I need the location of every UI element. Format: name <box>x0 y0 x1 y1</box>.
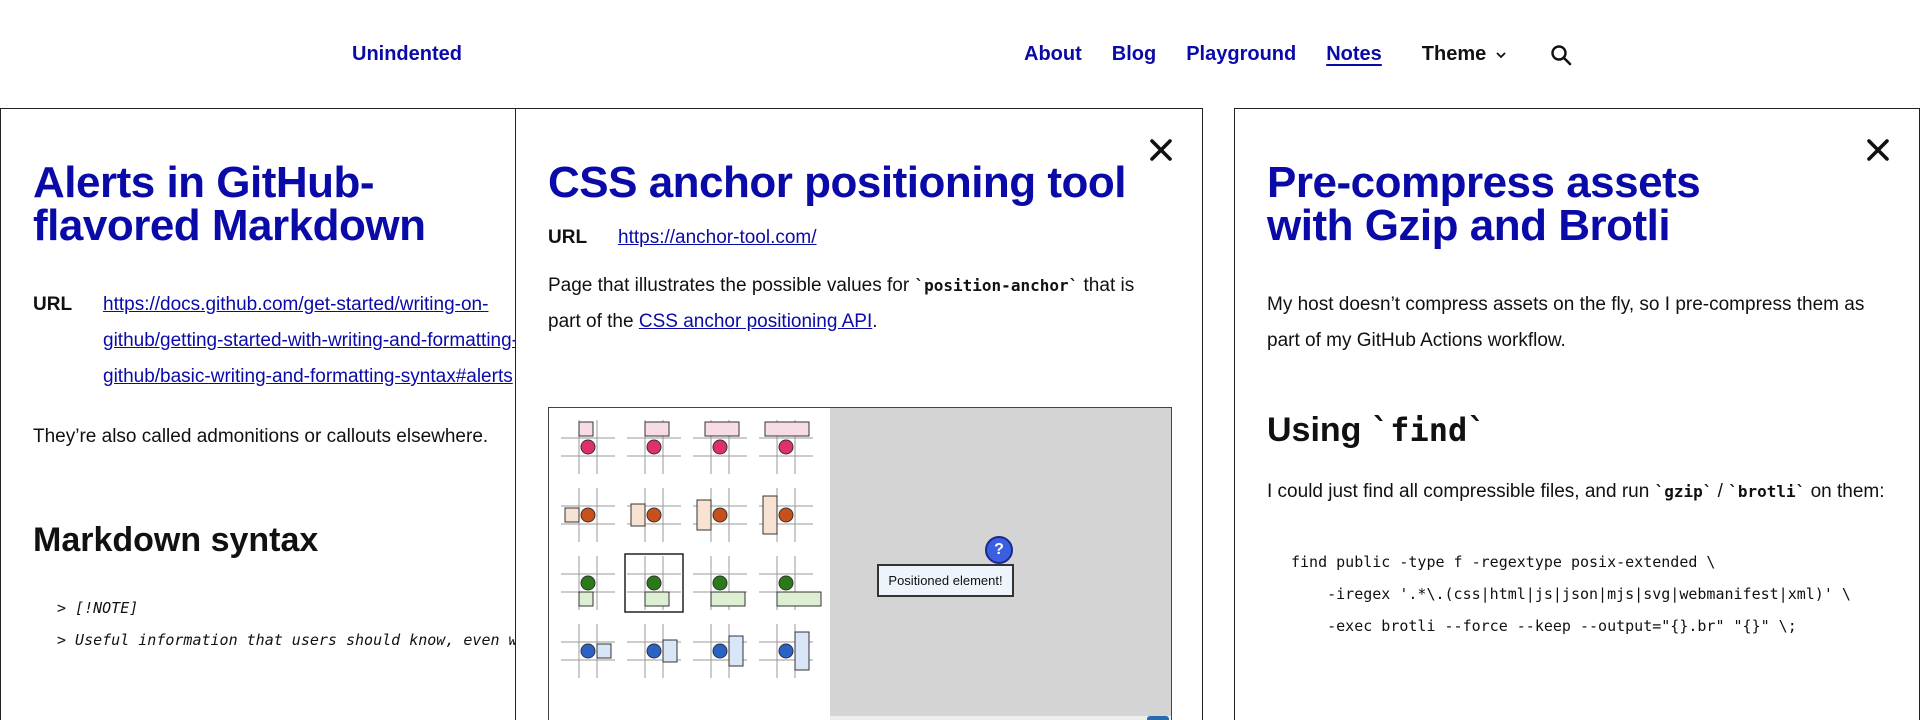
note-panel-alerts: Alerts in GitHub- flavored Markdown URL … <box>0 108 516 720</box>
heading-text: Using <box>1267 411 1371 449</box>
demo-thumb <box>759 488 813 542</box>
para-text: / <box>1712 481 1729 502</box>
code-line: > Useful information that users should k… <box>57 631 515 649</box>
note-title-line: Pre-compress assets <box>1267 158 1701 207</box>
api-link[interactable]: CSS anchor positioning API <box>639 311 872 332</box>
code-line: find public -type f -regextype posix-ext… <box>1291 553 1716 571</box>
main-nav: About Blog Playground Notes Theme <box>1024 43 1572 66</box>
note-content: CSS anchor positioning tool URL https://… <box>548 161 1170 340</box>
url-link[interactable]: https://docs.github.com/get-started/writ… <box>103 294 516 387</box>
nav-notes[interactable]: Notes <box>1326 43 1382 66</box>
code-block: find public -type f -regextype posix-ext… <box>1291 546 1919 642</box>
demo-thumb <box>759 624 813 678</box>
demo-thumb <box>561 488 615 542</box>
inline-code: `gzip` <box>1654 482 1713 501</box>
note-title-line: flavored Markdown <box>33 201 426 250</box>
note-url-row: URL https://anchor-tool.com/ <box>548 220 1170 256</box>
site-header: Unindented About Blog Playground Notes T… <box>0 0 1920 108</box>
url-link-line: https://docs.github.com/get-started/writ… <box>103 294 489 315</box>
code-line: -exec brotli --force --keep --output="{}… <box>1291 617 1797 635</box>
section-heading: Markdown syntax <box>33 521 319 559</box>
note-paragraph: I could just find all compressible files… <box>1267 474 1891 510</box>
url-label: URL <box>33 294 73 315</box>
url-link-line: github/getting-started-with-writing-and-… <box>103 330 516 351</box>
note-panel-anchor-tool: CSS anchor positioning tool URL https://… <box>515 108 1203 720</box>
desc-text: Page that illustrates the possible value… <box>548 275 915 296</box>
demo-thumb <box>561 624 615 678</box>
note-intro: My host doesn’t compress assets on the f… <box>1267 294 1865 351</box>
note-title-line: with Gzip and Brotli <box>1267 201 1671 250</box>
inline-code: `brotli` <box>1728 482 1806 501</box>
note-description: Page that illustrates the possible value… <box>548 268 1170 340</box>
url-link[interactable]: https://anchor-tool.com/ <box>618 220 817 256</box>
demo-screenshot: Positioned element! ? <box>548 407 1172 720</box>
code-block: > [!NOTE] > Useful information that users… <box>57 592 515 656</box>
theme-menu-button[interactable]: Theme <box>1422 43 1508 66</box>
note-content: Alerts in GitHub- flavored Markdown URL … <box>33 158 516 656</box>
url-link-wrap: https://docs.github.com/get-started/writ… <box>103 287 516 395</box>
note-url-row: URL https://docs.github.com/get-started/… <box>33 287 516 395</box>
note-panel-precompress: Pre-compress assets with Gzip and Brotli… <box>1234 108 1920 720</box>
demo-thumb <box>561 556 615 610</box>
note-intro: They’re also called admonitions or callo… <box>33 426 489 447</box>
demo-thumb <box>693 488 747 542</box>
url-link-line: github/basic-writing-and-formatting-synt… <box>103 366 513 387</box>
para-text: on them: <box>1805 481 1885 502</box>
positioned-element: Positioned element! <box>877 564 1014 597</box>
search-icon[interactable] <box>1550 44 1572 66</box>
chevron-down-icon <box>1496 51 1506 58</box>
demo-footer-strip <box>830 716 1171 720</box>
inline-code: `position-anchor` <box>914 276 1079 295</box>
note-title: CSS anchor positioning tool <box>548 158 1127 207</box>
heading-code: `find` <box>1370 411 1487 449</box>
demo-thumb <box>627 488 681 542</box>
anchor-position-grid <box>561 420 822 678</box>
code-line: -iregex '.*\.(css|html|js|json|mjs|svg|w… <box>1291 585 1851 603</box>
nav-about[interactable]: About <box>1024 43 1082 66</box>
nav-blog[interactable]: Blog <box>1112 43 1156 66</box>
desc-text: . <box>872 311 878 332</box>
demo-thumb <box>759 556 822 610</box>
demo-corner-tab <box>1147 716 1169 720</box>
section-heading: Using `find` <box>1267 411 1919 450</box>
nav-playground[interactable]: Playground <box>1186 43 1296 66</box>
note-title: Alerts in GitHub- flavored Markdown <box>33 158 515 250</box>
demo-thumb <box>693 420 747 474</box>
para-text: I could just find all compressible files… <box>1267 481 1655 502</box>
note-title: Pre-compress assets with Gzip and Brotli <box>1267 158 1919 250</box>
anchor-element: ? <box>985 536 1013 564</box>
note-content: Pre-compress assets with Gzip and Brotli… <box>1267 158 1919 642</box>
demo-thumb <box>693 624 747 678</box>
demo-thumb <box>627 624 681 678</box>
code-line: > [!NOTE] <box>57 599 139 617</box>
site-logo[interactable]: Unindented <box>352 43 462 66</box>
theme-label: Theme <box>1421 43 1487 65</box>
demo-thumb <box>624 553 684 613</box>
demo-thumb <box>693 556 747 610</box>
demo-thumb <box>561 420 615 474</box>
url-label: URL <box>548 227 588 248</box>
demo-thumb <box>627 420 681 474</box>
note-title-line: Alerts in GitHub- <box>33 158 375 207</box>
demo-thumb <box>759 420 813 474</box>
